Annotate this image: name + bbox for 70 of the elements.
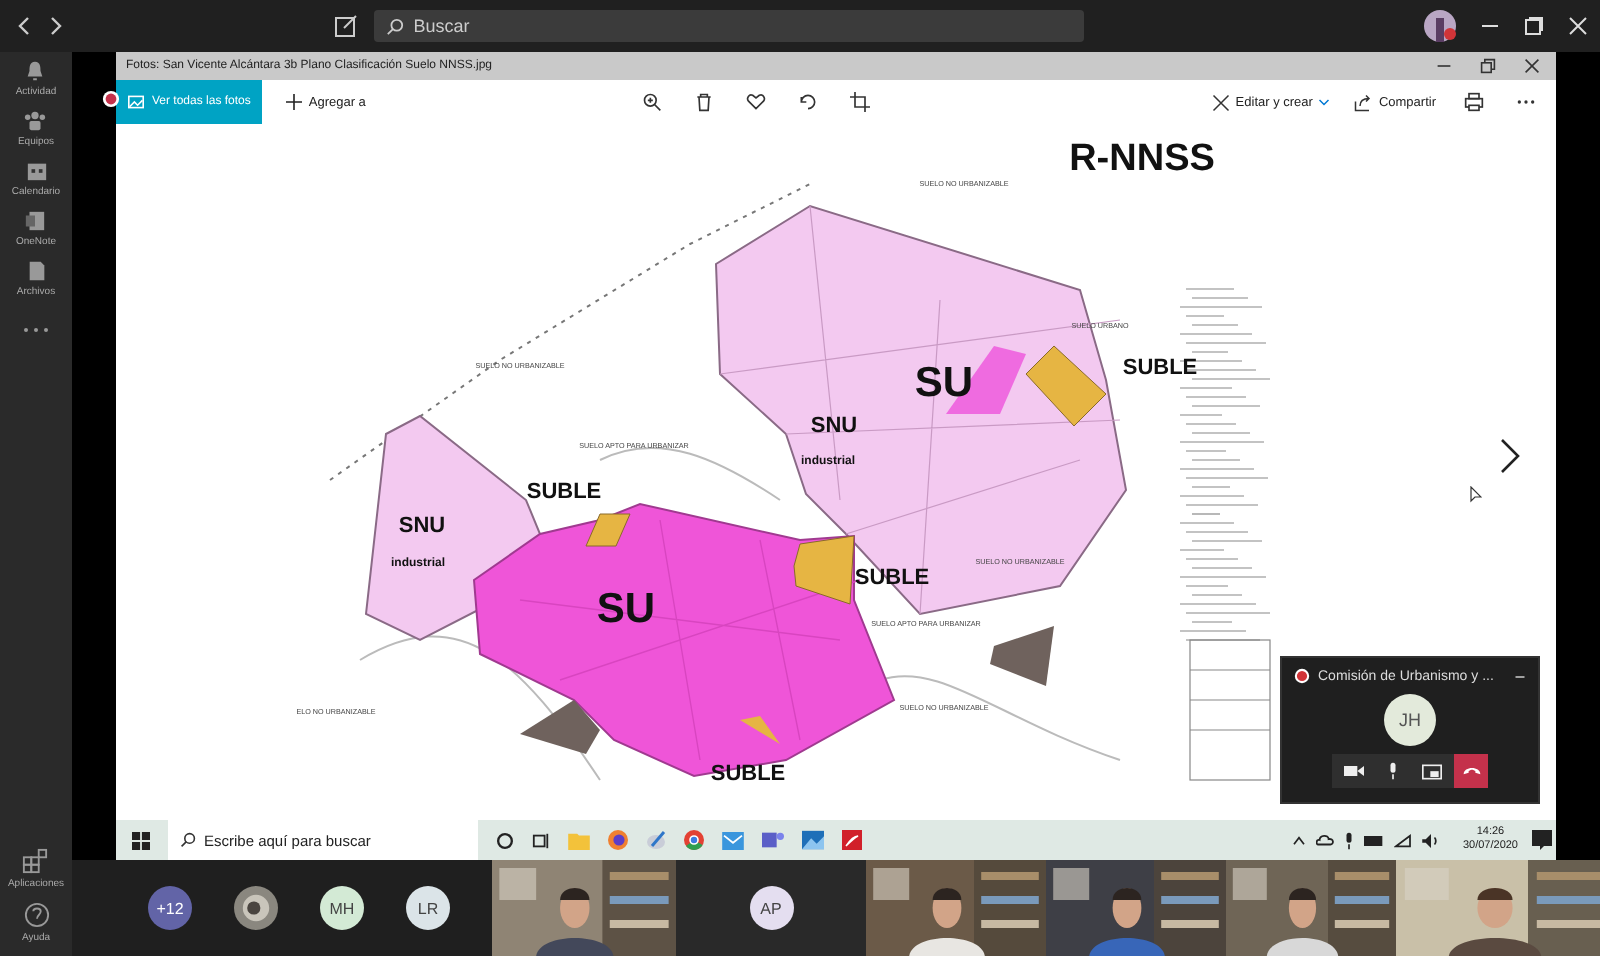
wifi-icon[interactable] — [1394, 833, 1413, 847]
cursor-icon — [1470, 486, 1482, 504]
close-icon[interactable] — [1524, 58, 1540, 74]
circle-icon[interactable] — [496, 831, 514, 849]
map-label: SU — [914, 360, 974, 406]
more-icon[interactable] — [22, 326, 50, 334]
map-label: SNU — [810, 414, 858, 438]
people-icon — [24, 110, 47, 132]
share-icon — [1354, 93, 1373, 111]
search-icon — [385, 18, 404, 36]
speaker-icon[interactable] — [1422, 833, 1441, 847]
avatar-icon[interactable] — [1424, 10, 1456, 42]
pdf-icon[interactable] — [842, 830, 862, 850]
participant-count[interactable]: +12 — [148, 886, 192, 930]
camera-icon[interactable] — [1344, 764, 1364, 778]
record-icon — [102, 90, 120, 108]
calendar-icon — [25, 160, 47, 182]
compose-icon[interactable] — [333, 14, 358, 38]
mic-icon[interactable] — [1388, 762, 1398, 780]
notification-icon[interactable] — [1532, 830, 1552, 850]
phone-icon — [1461, 766, 1481, 776]
mic-icon[interactable] — [1344, 831, 1355, 849]
map-label: SUBLE — [1122, 356, 1198, 380]
map-label: SUBLE — [710, 762, 786, 786]
maximize-icon[interactable] — [1524, 16, 1544, 36]
map-label: SU — [596, 586, 656, 632]
file-icon — [25, 260, 47, 282]
forward-icon[interactable] — [48, 16, 64, 36]
avatar: JH — [1384, 694, 1436, 746]
back-icon[interactable] — [16, 16, 32, 36]
teams-icon[interactable] — [762, 830, 784, 850]
map-label: SUBLE — [526, 480, 602, 504]
crop-icon[interactable] — [849, 92, 870, 112]
caret-icon[interactable] — [1292, 835, 1307, 845]
search-field[interactable]: Buscar — [373, 10, 1084, 42]
hang-up-button[interactable] — [1454, 754, 1488, 788]
zoom-icon[interactable] — [641, 92, 662, 112]
help-icon — [23, 902, 49, 928]
rotate-icon[interactable] — [797, 92, 818, 112]
restore-icon[interactable] — [1480, 58, 1496, 74]
map-label: SNU — [398, 514, 446, 538]
share-screen-icon[interactable] — [1422, 763, 1442, 779]
more-icon[interactable] — [1516, 98, 1536, 106]
cloud-icon[interactable] — [1316, 834, 1335, 846]
notebook-icon — [24, 210, 47, 232]
search-icon — [180, 832, 196, 848]
browser-icon[interactable] — [684, 830, 704, 850]
record-icon — [1294, 668, 1310, 684]
caret-icon — [1318, 97, 1331, 107]
paint-icon[interactable] — [646, 830, 666, 850]
image-icon — [128, 94, 144, 110]
plus-icon — [286, 94, 303, 110]
print-icon[interactable] — [1464, 92, 1484, 112]
heart-icon[interactable] — [745, 92, 766, 112]
map-label: SUBLE — [854, 566, 930, 590]
apps-icon — [22, 848, 49, 874]
bell-icon — [24, 60, 47, 82]
avatar-icon[interactable] — [234, 886, 278, 930]
participant-avatar[interactable]: MH — [320, 886, 364, 930]
browser-icon[interactable] — [608, 830, 628, 850]
battery-icon[interactable] — [1364, 835, 1385, 845]
task-view-icon[interactable] — [532, 831, 550, 849]
map-label: R-NNSS — [1069, 138, 1215, 180]
delete-icon[interactable] — [693, 92, 714, 112]
mail-icon[interactable] — [722, 831, 744, 849]
start-icon[interactable] — [132, 831, 150, 849]
minimize-icon[interactable] — [1514, 673, 1526, 679]
photo-icon[interactable] — [802, 830, 824, 850]
participant-avatar[interactable]: AP — [749, 886, 793, 930]
participant-avatar[interactable]: LR — [406, 886, 450, 930]
